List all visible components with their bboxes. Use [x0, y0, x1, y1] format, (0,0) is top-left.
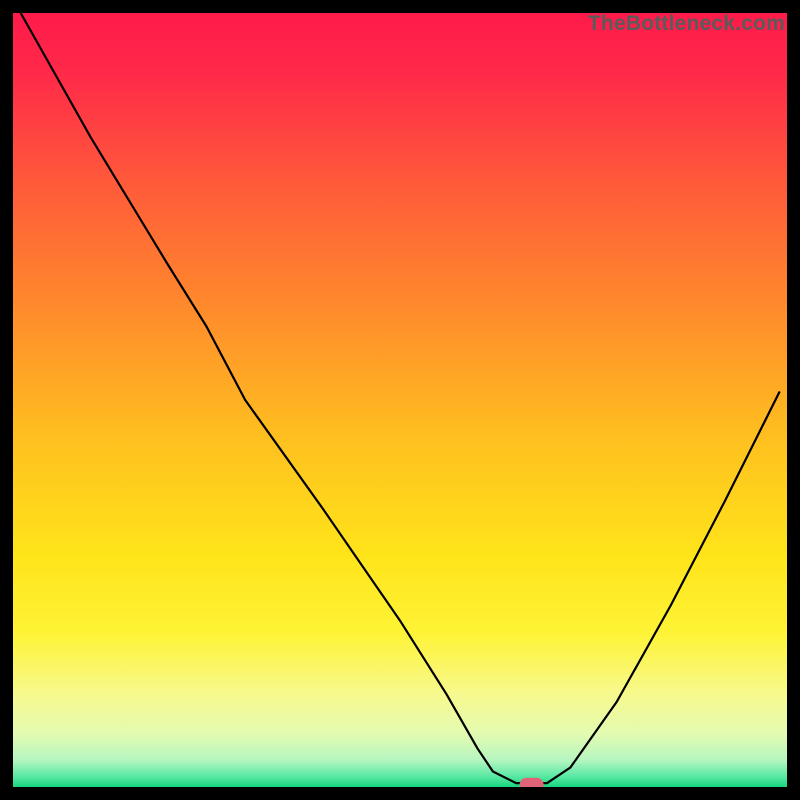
gradient-background [13, 13, 787, 787]
bottleneck-chart: TheBottleneck.com [13, 13, 787, 787]
optimal-marker [520, 778, 544, 787]
watermark-label: TheBottleneck.com [588, 12, 785, 36]
chart-svg [13, 13, 787, 787]
